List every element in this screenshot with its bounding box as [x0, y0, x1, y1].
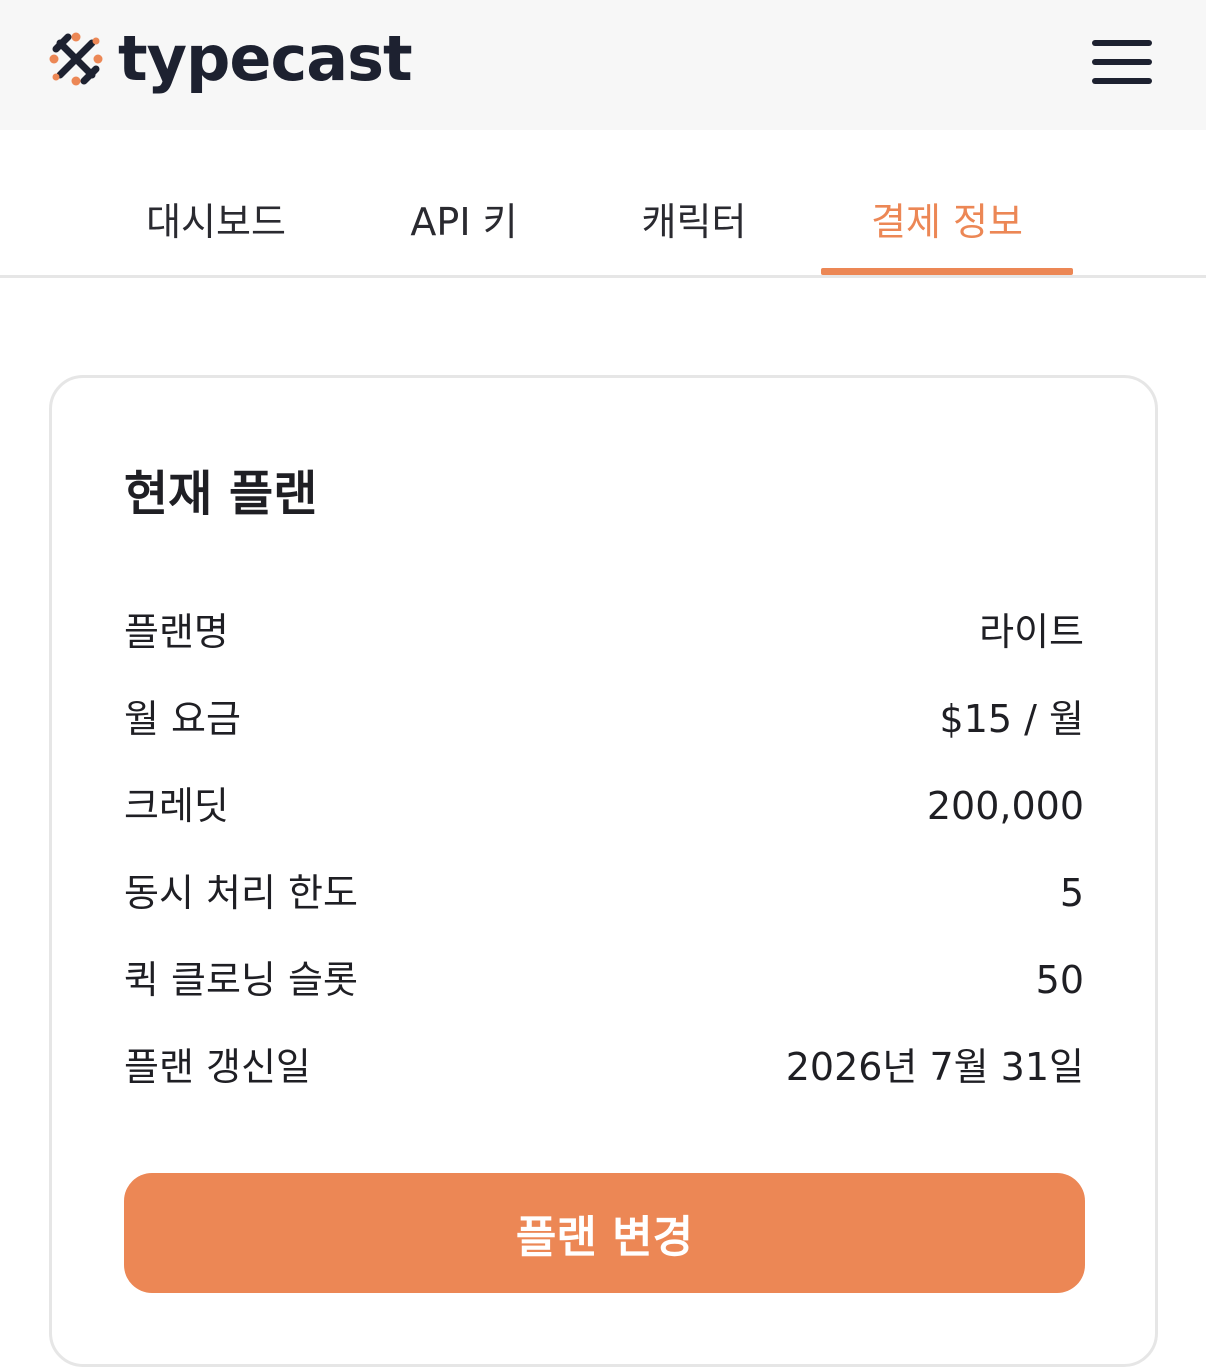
row-label: 퀵 클로닝 슬롯	[124, 958, 358, 1002]
row-label: 월 요금	[124, 697, 241, 741]
tab-dashboard[interactable]: 대시보드	[140, 196, 292, 248]
hamburger-menu-button[interactable]	[1090, 38, 1154, 86]
row-value: 라이트	[979, 610, 1084, 654]
row-label: 동시 처리 한도	[124, 871, 358, 915]
tab-bar: 대시보드 API 키 캐릭터 결제 정보	[0, 130, 1206, 278]
row-label: 플랜명	[124, 610, 229, 654]
active-tab-indicator	[821, 268, 1073, 275]
hamburger-menu-icon-bar	[1092, 78, 1152, 84]
tab-characters[interactable]: 캐릭터	[632, 196, 756, 248]
hamburger-menu-icon-bar	[1092, 59, 1152, 65]
logo-wordmark: typecast	[118, 22, 413, 95]
row-value: 5	[1059, 871, 1084, 915]
row-value: 200,000	[926, 784, 1084, 828]
change-plan-button[interactable]: 플랜 변경	[124, 1173, 1085, 1293]
quick-cloning-slots-row: 퀵 클로닝 슬롯 50	[124, 954, 1084, 1006]
concurrency-limit-row: 동시 처리 한도 5	[124, 867, 1084, 919]
row-value: $15 / 월	[939, 697, 1084, 741]
card-title: 현재 플랜	[124, 466, 318, 522]
tab-billing[interactable]: 결제 정보	[821, 196, 1073, 248]
row-label: 플랜 갱신일	[124, 1045, 311, 1089]
typecast-logo-icon	[49, 32, 103, 86]
app-header: typecast	[0, 0, 1206, 130]
monthly-fee-row: 월 요금 $15 / 월	[124, 693, 1084, 745]
typecast-logo[interactable]: typecast	[46, 22, 413, 95]
row-label: 크레딧	[124, 784, 229, 828]
current-plan-card: 현재 플랜 플랜명 라이트 월 요금 $15 / 월 크레딧 200,000 동…	[49, 375, 1158, 1367]
credits-row: 크레딧 200,000	[124, 780, 1084, 832]
tab-api-key[interactable]: API 키	[400, 196, 528, 248]
row-value: 50	[1035, 958, 1084, 1002]
row-value: 2026년 7월 31일	[785, 1045, 1084, 1089]
hamburger-menu-icon	[1092, 40, 1152, 46]
plan-name-row: 플랜명 라이트	[124, 606, 1084, 658]
renewal-date-row: 플랜 갱신일 2026년 7월 31일	[124, 1041, 1084, 1093]
